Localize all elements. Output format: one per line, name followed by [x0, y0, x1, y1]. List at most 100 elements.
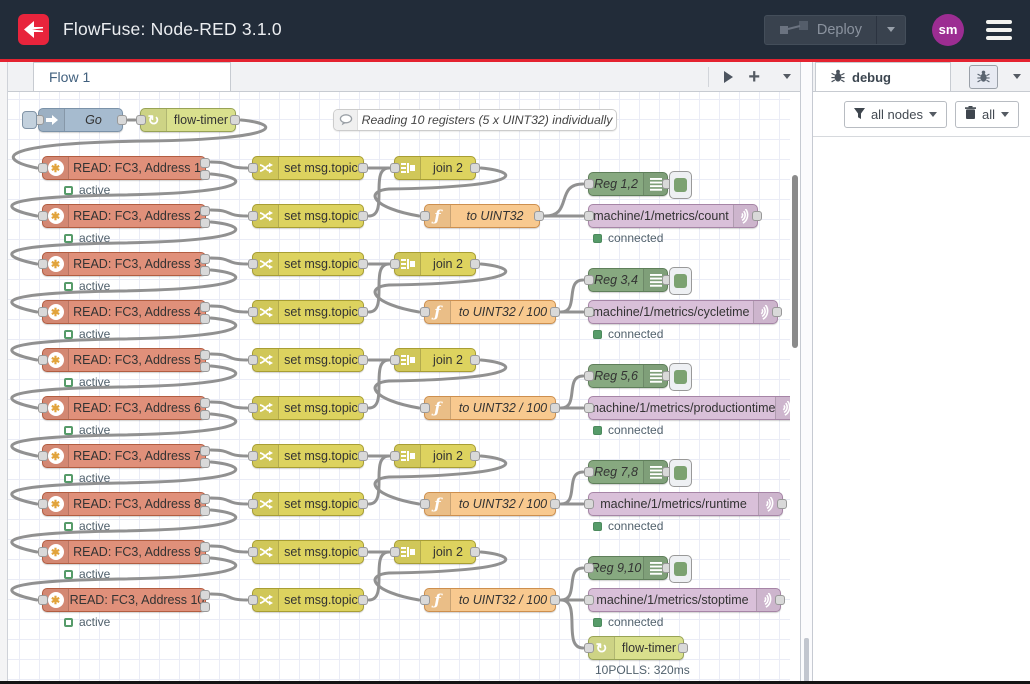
- join2-node[interactable]: join 2: [394, 348, 476, 372]
- debug-clear-button[interactable]: all: [955, 101, 1019, 128]
- debug0-node[interactable]: Reg 1,2: [588, 172, 668, 196]
- set3-node[interactable]: set msg.topic: [252, 300, 364, 324]
- debug-toggle-button[interactable]: [669, 267, 692, 295]
- join4-node[interactable]: join 2: [394, 540, 476, 564]
- output-port[interactable]: [358, 499, 368, 509]
- input-port[interactable]: [248, 403, 258, 413]
- output-port[interactable]: [772, 307, 782, 317]
- read4-node[interactable]: ✱READ: FC3, Address 5: [42, 348, 206, 372]
- set8-node[interactable]: set msg.topic: [252, 540, 364, 564]
- output-port[interactable]: [200, 218, 210, 228]
- read6-node[interactable]: ✱READ: FC3, Address 7: [42, 444, 206, 468]
- output-port[interactable]: [200, 398, 210, 408]
- output-port[interactable]: [358, 547, 368, 557]
- output-port[interactable]: [200, 410, 210, 420]
- input-port[interactable]: [248, 499, 258, 509]
- input-port[interactable]: [420, 499, 430, 509]
- output-port[interactable]: [200, 494, 210, 504]
- output-port[interactable]: [200, 542, 210, 552]
- tab-flow-1[interactable]: Flow 1: [33, 62, 231, 91]
- output-port[interactable]: [470, 355, 480, 365]
- func4-node[interactable]: ƒto UINT32 / 100: [424, 588, 556, 612]
- input-port[interactable]: [390, 259, 400, 269]
- input-port[interactable]: [38, 403, 48, 413]
- input-port[interactable]: [390, 451, 400, 461]
- output-port[interactable]: [358, 211, 368, 221]
- set5-node[interactable]: set msg.topic: [252, 396, 364, 420]
- output-port[interactable]: [358, 307, 368, 317]
- debug2-node[interactable]: Reg 5,6: [588, 364, 668, 388]
- output-port[interactable]: [550, 595, 560, 605]
- input-port[interactable]: [584, 307, 594, 317]
- output-port[interactable]: [200, 350, 210, 360]
- input-port[interactable]: [38, 595, 48, 605]
- read8-node[interactable]: ✱READ: FC3, Address 9: [42, 540, 206, 564]
- deploy-options-button[interactable]: [876, 16, 905, 44]
- read9-node[interactable]: ✱READ: FC3, Address 10: [42, 588, 206, 612]
- debug-messages-pane[interactable]: [813, 137, 1030, 682]
- input-port[interactable]: [584, 499, 594, 509]
- output-port[interactable]: [358, 595, 368, 605]
- output-port[interactable]: [358, 163, 368, 173]
- output-port[interactable]: [358, 259, 368, 269]
- set7-node[interactable]: set msg.topic: [252, 492, 364, 516]
- output-port[interactable]: [470, 451, 480, 461]
- debug-toggle-button[interactable]: [669, 363, 692, 391]
- input-port[interactable]: [38, 307, 48, 317]
- read0-node[interactable]: ✱READ: FC3, Address 1: [42, 156, 206, 180]
- debug4-node[interactable]: Reg 9,10: [588, 556, 668, 580]
- flow-canvas[interactable]: Go ↻flow-timer Reading 10 registers (5 x U…: [8, 92, 800, 682]
- read2-node[interactable]: ✱READ: FC3, Address 3: [42, 252, 206, 276]
- output-port[interactable]: [550, 307, 560, 317]
- output-port[interactable]: [358, 451, 368, 461]
- input-port[interactable]: [584, 595, 594, 605]
- output-port[interactable]: [470, 163, 480, 173]
- input-port[interactable]: [38, 547, 48, 557]
- toggle-debug-pane-button[interactable]: [969, 65, 998, 89]
- output-port[interactable]: [200, 206, 210, 216]
- tab-debug[interactable]: debug: [815, 62, 951, 91]
- output-port[interactable]: [200, 362, 210, 372]
- output-port[interactable]: [230, 115, 240, 125]
- read1-node[interactable]: ✱READ: FC3, Address 2: [42, 204, 206, 228]
- inject1-node[interactable]: Go: [38, 108, 123, 132]
- mqtt4-node[interactable]: machine/1/metrics/stoptime: [588, 588, 781, 612]
- sidebar-resize-handle[interactable]: [800, 62, 813, 682]
- sidebar-options-dropdown[interactable]: [1013, 74, 1021, 79]
- input-port[interactable]: [38, 163, 48, 173]
- input-port[interactable]: [248, 595, 258, 605]
- input-port[interactable]: [390, 355, 400, 365]
- comment1-node[interactable]: Reading 10 registers (5 x UINT32) indivi…: [333, 109, 617, 131]
- input-port[interactable]: [584, 275, 594, 285]
- debug-toggle-button[interactable]: [669, 555, 692, 583]
- output-port[interactable]: [200, 506, 210, 516]
- debug-toggle-button[interactable]: [669, 459, 692, 487]
- set1-node[interactable]: set msg.topic: [252, 204, 364, 228]
- add-flow-button[interactable]: +: [748, 67, 760, 87]
- join3-node[interactable]: join 2: [394, 444, 476, 468]
- output-port[interactable]: [777, 499, 787, 509]
- input-port[interactable]: [584, 211, 594, 221]
- inject-button[interactable]: [22, 111, 37, 129]
- deploy-button[interactable]: Deploy: [764, 15, 906, 45]
- main-menu-button[interactable]: [986, 20, 1012, 40]
- input-port[interactable]: [420, 403, 430, 413]
- input-port[interactable]: [420, 307, 430, 317]
- user-avatar[interactable]: sm: [932, 14, 964, 46]
- output-port[interactable]: [200, 254, 210, 264]
- next-tab-icon[interactable]: [724, 71, 733, 83]
- output-port[interactable]: [200, 602, 210, 612]
- input-port[interactable]: [584, 467, 594, 477]
- output-port[interactable]: [678, 643, 688, 653]
- debug1-node[interactable]: Reg 3,4: [588, 268, 668, 292]
- input-port[interactable]: [248, 307, 258, 317]
- set4-node[interactable]: set msg.topic: [252, 348, 364, 372]
- mqtt1-node[interactable]: machine/1/metrics/cycletime: [588, 300, 778, 324]
- input-port[interactable]: [38, 355, 48, 365]
- output-port[interactable]: [200, 302, 210, 312]
- canvas-scrollbar-thumb[interactable]: [792, 175, 798, 348]
- timer2-node[interactable]: ↻flow-timer: [588, 636, 684, 660]
- join1-node[interactable]: join 2: [394, 252, 476, 276]
- input-port[interactable]: [420, 595, 430, 605]
- output-port[interactable]: [358, 403, 368, 413]
